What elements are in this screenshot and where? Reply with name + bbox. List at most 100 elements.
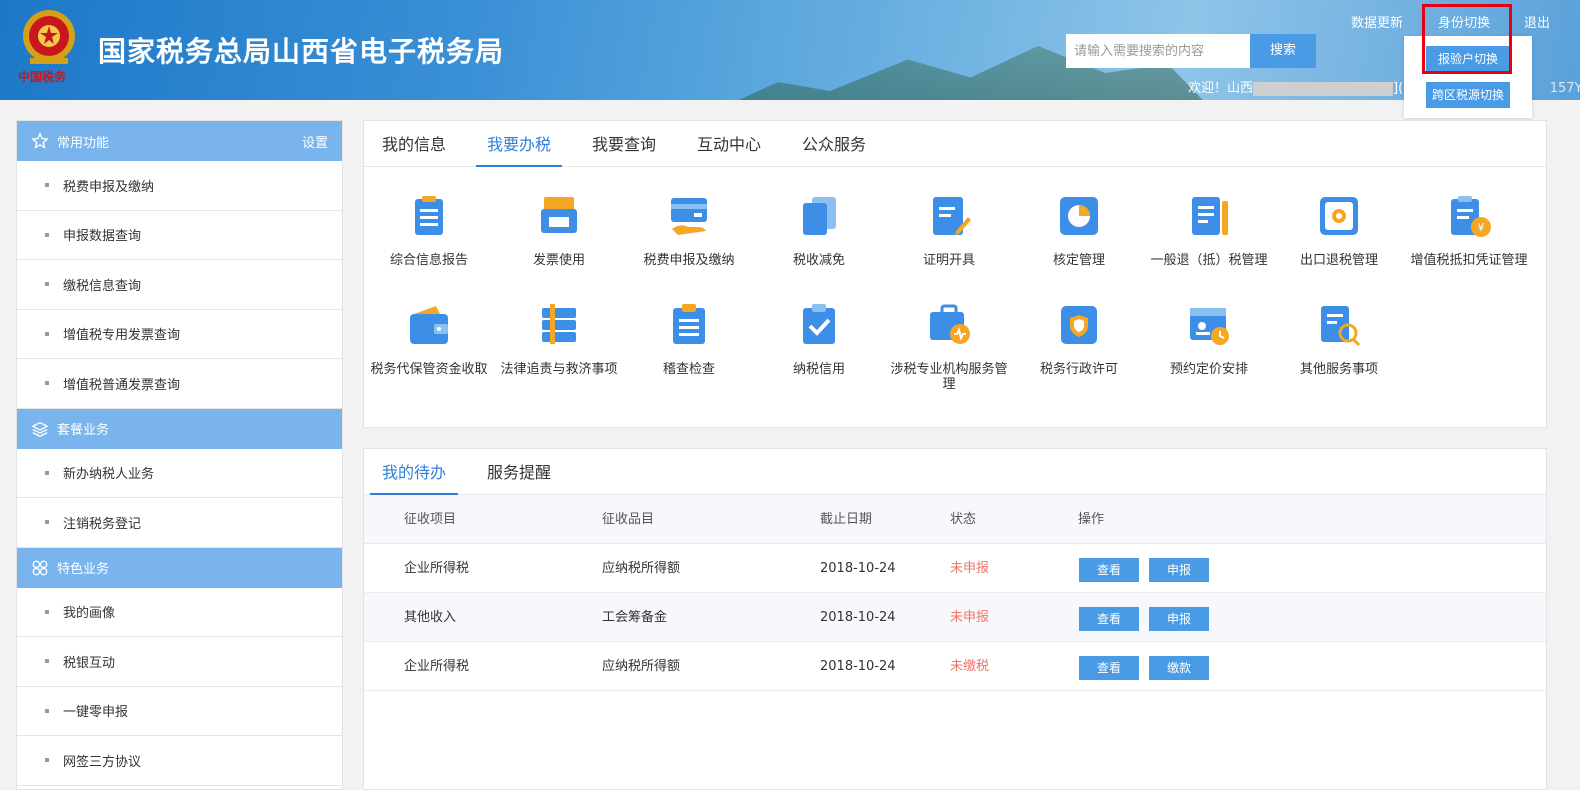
bullet-icon xyxy=(45,609,49,614)
card-hand-icon xyxy=(671,198,707,235)
tile-label: 稽查检查 xyxy=(662,362,715,377)
sidebar-item-label: 我的画像 xyxy=(63,606,116,622)
data-update-link[interactable]: 数据更新 xyxy=(1351,12,1403,31)
declare-button[interactable]: 申报 xyxy=(1149,558,1209,582)
tile-label: 核定管理 xyxy=(1052,253,1105,268)
sidebar-item[interactable]: 缴税信息查询 xyxy=(17,260,342,310)
main-tabs: 我的信息 我要办税 我要查询 互动中心 公众服务 xyxy=(364,121,1546,167)
sidebar-item[interactable]: 申报数据查询 xyxy=(17,211,342,260)
tab-query[interactable]: 我要查询 xyxy=(584,121,664,167)
invoice-printer-icon xyxy=(541,197,577,233)
tile-info-report[interactable]: 综合信息报告 xyxy=(369,193,489,268)
tile-invoice-use[interactable]: 发票使用 xyxy=(499,193,619,268)
bullet-icon xyxy=(45,381,49,386)
logout-link[interactable]: 退出 xyxy=(1524,12,1550,31)
site-header: 中国税务 国家税务总局山西省电子税务局 搜索 数据更新 身份切换 退出 欢迎！山… xyxy=(0,0,1580,100)
cell-status: 未申报 xyxy=(950,610,990,625)
tile-professional-agency[interactable]: 涉税专业机构服务管理 xyxy=(889,302,1009,392)
todo-tabs: 我的待办 服务提醒 xyxy=(364,449,1546,495)
search-input[interactable] xyxy=(1066,34,1250,68)
bullet-icon xyxy=(45,659,49,664)
bullet-icon xyxy=(45,331,49,336)
tile-label: 增值税抵扣凭证管理 xyxy=(1410,253,1528,268)
tab-my-todo[interactable]: 我的待办 xyxy=(370,449,458,495)
tile-label: 出口退税管理 xyxy=(1299,253,1378,268)
tile-inspection[interactable]: 稽查检查 xyxy=(629,302,749,377)
gear-box-icon xyxy=(1320,197,1358,235)
tile-custody-funds[interactable]: 税务代保管资金收取 xyxy=(369,302,489,377)
sidebar-item[interactable]: 税银互动 xyxy=(17,637,342,687)
svg-text:¥: ¥ xyxy=(1478,221,1485,234)
documents-stack-icon xyxy=(803,197,836,235)
sidebar-item-label: 缴税信息查询 xyxy=(63,278,142,294)
tile-assessment[interactable]: 核定管理 xyxy=(1019,193,1139,268)
view-button[interactable]: 查看 xyxy=(1079,607,1139,631)
sidebar-item-label: 增值税普通发票查询 xyxy=(63,377,181,393)
tile-legal-remedy[interactable]: 法律追责与救济事项 xyxy=(499,302,619,377)
sidebar-item[interactable]: 新办纳税人业务 xyxy=(17,449,342,498)
shield-icon xyxy=(1061,306,1097,344)
tile-pricing-arrangement[interactable]: 预约定价安排 xyxy=(1149,302,1269,377)
star-icon xyxy=(31,132,49,149)
tab-public-service[interactable]: 公众服务 xyxy=(794,121,874,167)
bullet-icon xyxy=(45,232,49,237)
tile-label: 纳税信用 xyxy=(792,362,845,377)
tab-tax-handling[interactable]: 我要办税 xyxy=(476,121,562,167)
clipboard-yuan-icon: ¥ xyxy=(1451,196,1491,237)
tile-tax-credit[interactable]: 纳税信用 xyxy=(759,302,879,377)
tile-other-services[interactable]: 其他服务事项 xyxy=(1279,302,1399,377)
briefcase-icon xyxy=(930,304,970,344)
sidebar-section-package: 套餐业务 xyxy=(17,408,342,449)
view-button[interactable]: 查看 xyxy=(1079,656,1139,680)
grid-icon xyxy=(32,560,48,575)
tile-label: 税务行政许可 xyxy=(1039,362,1118,377)
sidebar-item[interactable]: 我的画像 xyxy=(17,588,342,637)
col-deadline: 截止日期 xyxy=(820,512,873,527)
sidebar-item[interactable]: 税费申报及缴纳 xyxy=(17,161,342,211)
col-action: 操作 xyxy=(1078,512,1105,527)
sidebar-section-common: 常用功能 设置 xyxy=(17,121,342,161)
tile-label: 一般退（抵）税管理 xyxy=(1150,253,1268,268)
tab-my-info[interactable]: 我的信息 xyxy=(374,121,454,167)
sidebar-item[interactable]: 网签三方协议 xyxy=(17,736,342,786)
sidebar-item[interactable]: 增值税普通发票查询 xyxy=(17,359,342,409)
welcome-prefix: 欢迎！山西 xyxy=(1188,81,1254,96)
bullet-icon xyxy=(45,708,49,713)
sidebar-section-label: 套餐业务 xyxy=(57,423,110,438)
tile-label: 税收减免 xyxy=(792,253,845,268)
sidebar-item[interactable]: 注销税务登记 xyxy=(17,498,342,548)
sidebar-section-feature: 特色业务 xyxy=(17,547,342,588)
table-header: 征收项目 征收品目 截止日期 状态 操作 xyxy=(364,495,1546,544)
tile-tax-reduction[interactable]: 税收减免 xyxy=(759,193,879,268)
search-button[interactable]: 搜索 xyxy=(1250,34,1316,68)
refund-document-icon xyxy=(1192,197,1228,235)
tab-service-reminder[interactable]: 服务提醒 xyxy=(479,449,559,495)
tab-interaction[interactable]: 互动中心 xyxy=(689,121,769,167)
tile-tax-declare-pay[interactable]: 税费申报及缴纳 xyxy=(629,193,749,268)
tile-export-refund[interactable]: 出口退税管理 xyxy=(1279,193,1399,268)
sidebar-item-label: 申报数据查询 xyxy=(63,229,142,245)
clipboard-icon xyxy=(673,304,705,344)
tile-general-refund[interactable]: 一般退（抵）税管理 xyxy=(1149,193,1269,268)
sidebar-section-label: 常用功能 xyxy=(57,135,110,151)
table-row: 企业所得税 应纳税所得额 2018-10-24 未申报 查看 申报 xyxy=(364,544,1546,593)
pay-button[interactable]: 缴款 xyxy=(1149,656,1209,680)
col-item: 征收项目 xyxy=(404,512,457,527)
sidebar-item-label: 一键零申报 xyxy=(63,705,129,721)
pie-chart-icon xyxy=(1060,197,1098,235)
cross-region-switch-item[interactable]: 跨区税源切换 xyxy=(1426,82,1510,108)
sidebar-item[interactable]: 增值税专用发票查询 xyxy=(17,310,342,359)
sidebar-item-label: 增值税专用发票查询 xyxy=(63,328,181,344)
sidebar-item[interactable]: 一键零申报 xyxy=(17,687,342,736)
sidebar-settings-link[interactable]: 设置 xyxy=(302,132,328,151)
layers-icon xyxy=(31,421,49,437)
services-panel: 我的信息 我要办税 我要查询 互动中心 公众服务 综合信息报告 发票使用 税费申… xyxy=(363,120,1547,428)
declare-button[interactable]: 申报 xyxy=(1149,607,1209,631)
tile-certificate[interactable]: 证明开具 xyxy=(889,193,1009,268)
view-button[interactable]: 查看 xyxy=(1079,558,1139,582)
sidebar-item-label: 税费申报及缴纳 xyxy=(63,179,155,195)
bullet-icon xyxy=(45,470,49,475)
tile-vat-deduction[interactable]: ¥ 增值税抵扣凭证管理 xyxy=(1409,193,1529,268)
tile-admin-license[interactable]: 税务行政许可 xyxy=(1019,302,1139,377)
sidebar-section-label: 特色业务 xyxy=(57,562,110,577)
